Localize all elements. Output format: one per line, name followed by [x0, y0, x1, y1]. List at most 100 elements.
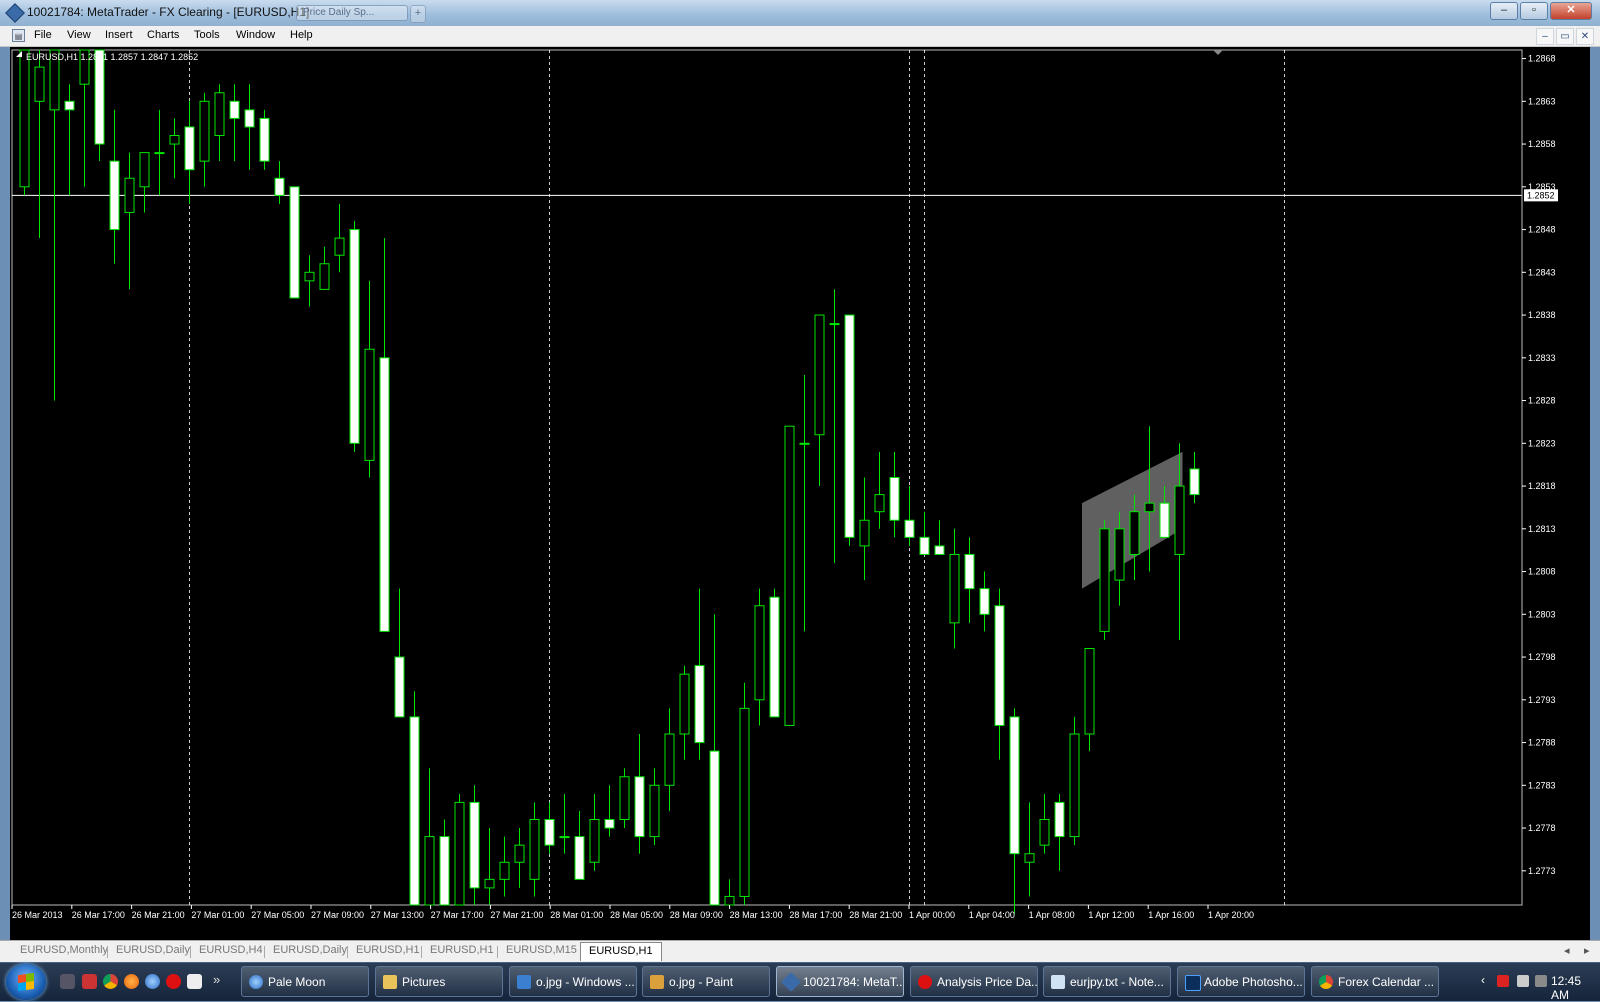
chart-minimize-button[interactable]: – [1536, 28, 1554, 45]
clock[interactable]: 12:45 AM [1551, 974, 1600, 1002]
x-tick-label-11: 28 Mar 09:00 [670, 910, 723, 920]
quicklaunch-show-desktop-icon[interactable] [60, 974, 75, 989]
task-metatrader[interactable]: 10021784: MetaT... [776, 966, 904, 997]
quicklaunch-notepad-icon[interactable] [187, 974, 202, 989]
bear-candle [244, 109, 255, 128]
y-tick-label-13: 1.2803 [1528, 609, 1556, 619]
chart-tab-4[interactable]: EURUSD,H1 [356, 944, 420, 956]
bull-candle [484, 878, 495, 889]
task-forex-calendar[interactable]: Forex Calendar ... [1311, 966, 1439, 997]
y-tick-label-11: 1.2813 [1528, 524, 1556, 534]
x-tick-label-12: 28 Mar 13:00 [730, 910, 783, 920]
menu-bar: ▤ File View Insert Charts Tools Window H… [0, 26, 1600, 47]
x-tick-label-20: 1 Apr 20:00 [1208, 910, 1254, 920]
bull-candle [619, 776, 630, 820]
menu-charts[interactable]: Charts [147, 29, 179, 41]
quicklaunch-chrome-icon[interactable] [103, 974, 118, 989]
bear-candle [289, 186, 300, 299]
bear-candle [919, 536, 930, 555]
menu-view[interactable]: View [67, 29, 91, 41]
chart-window-icon[interactable]: ▤ [12, 29, 25, 42]
chart-tab-0[interactable]: EURUSD,Monthly [20, 944, 108, 956]
bear-candle [1159, 502, 1170, 538]
bear-candle [94, 49, 105, 145]
chart-close-button[interactable]: ✕ [1576, 28, 1594, 45]
task-photo-viewer[interactable]: o.jpg - Windows ... [509, 966, 637, 997]
x-tick-label-13: 28 Mar 17:00 [789, 910, 842, 920]
task-photoshop[interactable]: Adobe Photosho... [1177, 966, 1305, 997]
bull-candle [1039, 819, 1050, 846]
bull-candle [19, 49, 30, 188]
candlestick-chart[interactable]: 1.28681.28631.28581.28531.28481.28431.28… [10, 47, 1590, 940]
volume-icon[interactable] [1517, 975, 1529, 987]
x-tick-label-18: 1 Apr 12:00 [1088, 910, 1134, 920]
bull-candle [874, 494, 885, 513]
task-pictures[interactable]: Pictures [375, 966, 503, 997]
chart-tab-5[interactable]: EURUSD,H1 [430, 944, 494, 956]
opera-icon [918, 975, 932, 989]
palemoon-icon [249, 975, 263, 989]
tab-scroll-right-icon[interactable]: ▸ [1584, 944, 1590, 957]
bull-candle [664, 733, 675, 786]
antivirus-tray-icon[interactable] [1497, 975, 1509, 987]
chart-tab-3[interactable]: EURUSD,Daily [273, 944, 347, 956]
y-tick-label-12: 1.2808 [1528, 567, 1556, 577]
x-tick-label-17: 1 Apr 08:00 [1029, 910, 1075, 920]
network-icon[interactable] [1535, 975, 1547, 987]
menu-file[interactable]: File [34, 29, 52, 41]
bear-candle [709, 750, 720, 906]
symbol-info-label: EURUSD,H1 1.2851 1.2857 1.2847 1.2852 [26, 52, 198, 62]
menu-insert[interactable]: Insert [105, 29, 133, 41]
bull-candle [364, 348, 375, 461]
bull-candle [124, 177, 135, 213]
bull-candle [829, 323, 840, 326]
system-tray: ‹ 12:45 AM [1475, 963, 1600, 1002]
task-pale-moon[interactable]: Pale Moon [241, 966, 369, 997]
tab-scroll-left-icon[interactable]: ◂ [1564, 944, 1570, 957]
bear-candle [409, 716, 420, 906]
start-button[interactable] [6, 964, 46, 1000]
quicklaunch-firefox-icon[interactable] [124, 974, 139, 989]
x-tick-label-7: 27 Mar 17:00 [431, 910, 484, 920]
chart-tab-6[interactable]: EURUSD,M15 [506, 944, 577, 956]
bear-candle [469, 801, 480, 889]
menu-help[interactable]: Help [290, 29, 313, 41]
task-paint[interactable]: o.jpg - Paint [642, 966, 770, 997]
browser-ghost-tab: Price Daily Sp... [296, 5, 408, 21]
y-tick-label-6: 1.2838 [1528, 310, 1556, 320]
minimize-button[interactable]: – [1490, 2, 1518, 20]
close-button[interactable]: ✕ [1550, 2, 1592, 20]
bear-candle [274, 177, 285, 196]
bull-candle [1024, 853, 1035, 863]
task-analysis-price[interactable]: Analysis Price Da... [910, 966, 1038, 997]
bear-candle [544, 819, 555, 846]
x-tick-label-0: 26 Mar 2013 [12, 910, 63, 920]
metatrader-icon [781, 972, 801, 992]
quicklaunch-palemoon-icon[interactable] [145, 974, 160, 989]
chart-restore-button[interactable]: ▭ [1556, 28, 1574, 45]
bull-candle [679, 673, 690, 735]
menu-window[interactable]: Window [236, 29, 275, 41]
bull-candle [1129, 511, 1140, 555]
window-title-bar[interactable]: 10021784: MetaTrader - FX Clearing - [EU… [0, 0, 1600, 27]
bear-candle [964, 553, 975, 590]
chrome-icon [1319, 975, 1333, 989]
bull-candle [1174, 485, 1185, 555]
bear-candle [379, 357, 390, 632]
bear-candle [349, 229, 360, 444]
chart-tab-7[interactable]: EURUSD,H1 [580, 942, 662, 961]
bull-candle [424, 836, 435, 906]
tray-expand-icon[interactable]: ‹ [1481, 973, 1485, 987]
quicklaunch-tool-icon[interactable] [82, 974, 97, 989]
chart-tab-1[interactable]: EURUSD,Daily [116, 944, 190, 956]
chart-tab-2[interactable]: EURUSD,H4 [199, 944, 263, 956]
chart-area[interactable]: 1.2868 1.2863 1.2858 1.2853 1.2848 1.2843 1.28… [10, 47, 1590, 940]
maximize-button[interactable]: ▫ [1520, 2, 1548, 20]
task-notepad[interactable]: eurjpy.txt - Note... [1043, 966, 1171, 997]
bear-candle [844, 314, 855, 538]
bull-candle [859, 519, 870, 547]
quicklaunch-opera-icon[interactable] [166, 974, 181, 989]
bull-candle [154, 152, 165, 155]
quicklaunch-more-icon[interactable]: » [213, 972, 220, 987]
menu-tools[interactable]: Tools [194, 29, 220, 41]
